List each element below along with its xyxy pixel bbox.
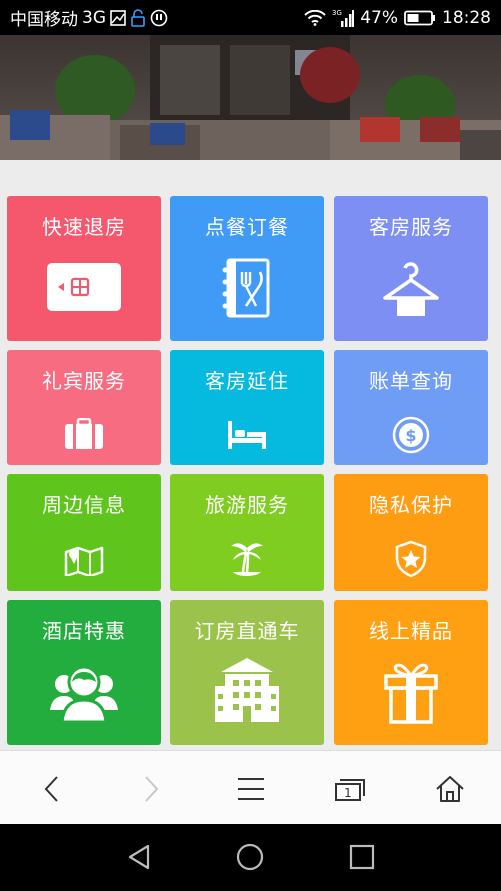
building-icon xyxy=(170,656,324,724)
tile-label: 客房延住 xyxy=(205,369,289,393)
tabs-button[interactable]: 1 xyxy=(332,771,368,807)
tile-label: 周边信息 xyxy=(42,493,126,517)
tile-room-service[interactable]: 客房服务 xyxy=(334,196,488,341)
tile-label: 账单查询 xyxy=(369,369,453,393)
signal-icon: 3G xyxy=(332,8,355,28)
map-icon xyxy=(7,542,161,576)
tile-travel-service[interactable]: 旅游服务 xyxy=(170,474,324,591)
forward-button[interactable] xyxy=(133,771,169,807)
shield-icon xyxy=(334,540,488,578)
luggage-icon xyxy=(7,418,161,450)
clock-time: 18:28 xyxy=(442,7,491,28)
browser-toolbar: 1 xyxy=(0,750,501,824)
home-button[interactable] xyxy=(432,771,468,807)
nav-back-icon[interactable] xyxy=(121,839,157,875)
tile-label: 线上精品 xyxy=(369,619,453,643)
coin-icon: $ xyxy=(334,416,488,454)
svg-text:$: $ xyxy=(405,426,416,445)
hotel-lobby-banner xyxy=(0,35,501,160)
carrier-name: 中国移动 xyxy=(10,10,78,30)
tile-label: 客房服务 xyxy=(369,215,453,239)
nav-recents-icon[interactable] xyxy=(344,839,380,875)
tile-nearby-info[interactable]: 周边信息 xyxy=(7,474,161,591)
app-notification-icon xyxy=(150,9,168,27)
service-grid: 快速退房 点餐订餐 客房服务 礼宾服务 客房延住 账单查询 $ 周边信息 旅游服… xyxy=(0,160,501,750)
wifi-icon xyxy=(304,9,326,26)
tile-label: 快速退房 xyxy=(42,215,126,239)
battery-icon xyxy=(404,10,436,26)
battery-percent: 47% xyxy=(360,7,398,28)
tile-bill-inquiry[interactable]: 账单查询 $ xyxy=(334,350,488,465)
tile-quick-checkout[interactable]: 快速退房 xyxy=(7,196,161,341)
hanger-icon xyxy=(334,258,488,318)
tab-count: 1 xyxy=(344,786,352,800)
status-bar: 中国移动 3G 3G 47% 18:28 xyxy=(0,0,501,35)
menu-book-icon xyxy=(170,258,324,318)
gift-icon xyxy=(334,660,488,724)
bed-icon xyxy=(170,420,324,450)
nav-home-icon[interactable] xyxy=(232,839,268,875)
tile-label: 点餐订餐 xyxy=(205,215,289,239)
back-button[interactable] xyxy=(34,771,70,807)
tile-booking-express[interactable]: 订房直通车 xyxy=(170,600,324,745)
tile-label: 隐私保护 xyxy=(369,493,453,517)
tile-hotel-deals[interactable]: 酒店特惠 xyxy=(7,600,161,745)
palm-tree-icon xyxy=(170,538,324,578)
android-navigation-bar xyxy=(0,824,501,891)
network-type: 3G xyxy=(82,7,106,28)
tile-label: 订房直通车 xyxy=(194,619,300,643)
tile-label: 旅游服务 xyxy=(205,493,289,517)
tile-concierge[interactable]: 礼宾服务 xyxy=(7,350,161,465)
tile-order-food[interactable]: 点餐订餐 xyxy=(170,196,324,341)
image-notification-icon xyxy=(110,9,126,26)
tile-extend-stay[interactable]: 客房延住 xyxy=(170,350,324,465)
tile-label: 酒店特惠 xyxy=(42,619,126,643)
lock-notification-icon xyxy=(130,8,146,27)
tile-privacy-protection[interactable]: 隐私保护 xyxy=(334,474,488,591)
tile-online-boutique[interactable]: 线上精品 xyxy=(334,600,488,745)
svg-text:3G: 3G xyxy=(332,9,342,17)
people-icon xyxy=(7,664,161,722)
room-card-icon xyxy=(7,262,161,312)
menu-button[interactable] xyxy=(233,771,269,807)
tile-label: 礼宾服务 xyxy=(42,369,126,393)
